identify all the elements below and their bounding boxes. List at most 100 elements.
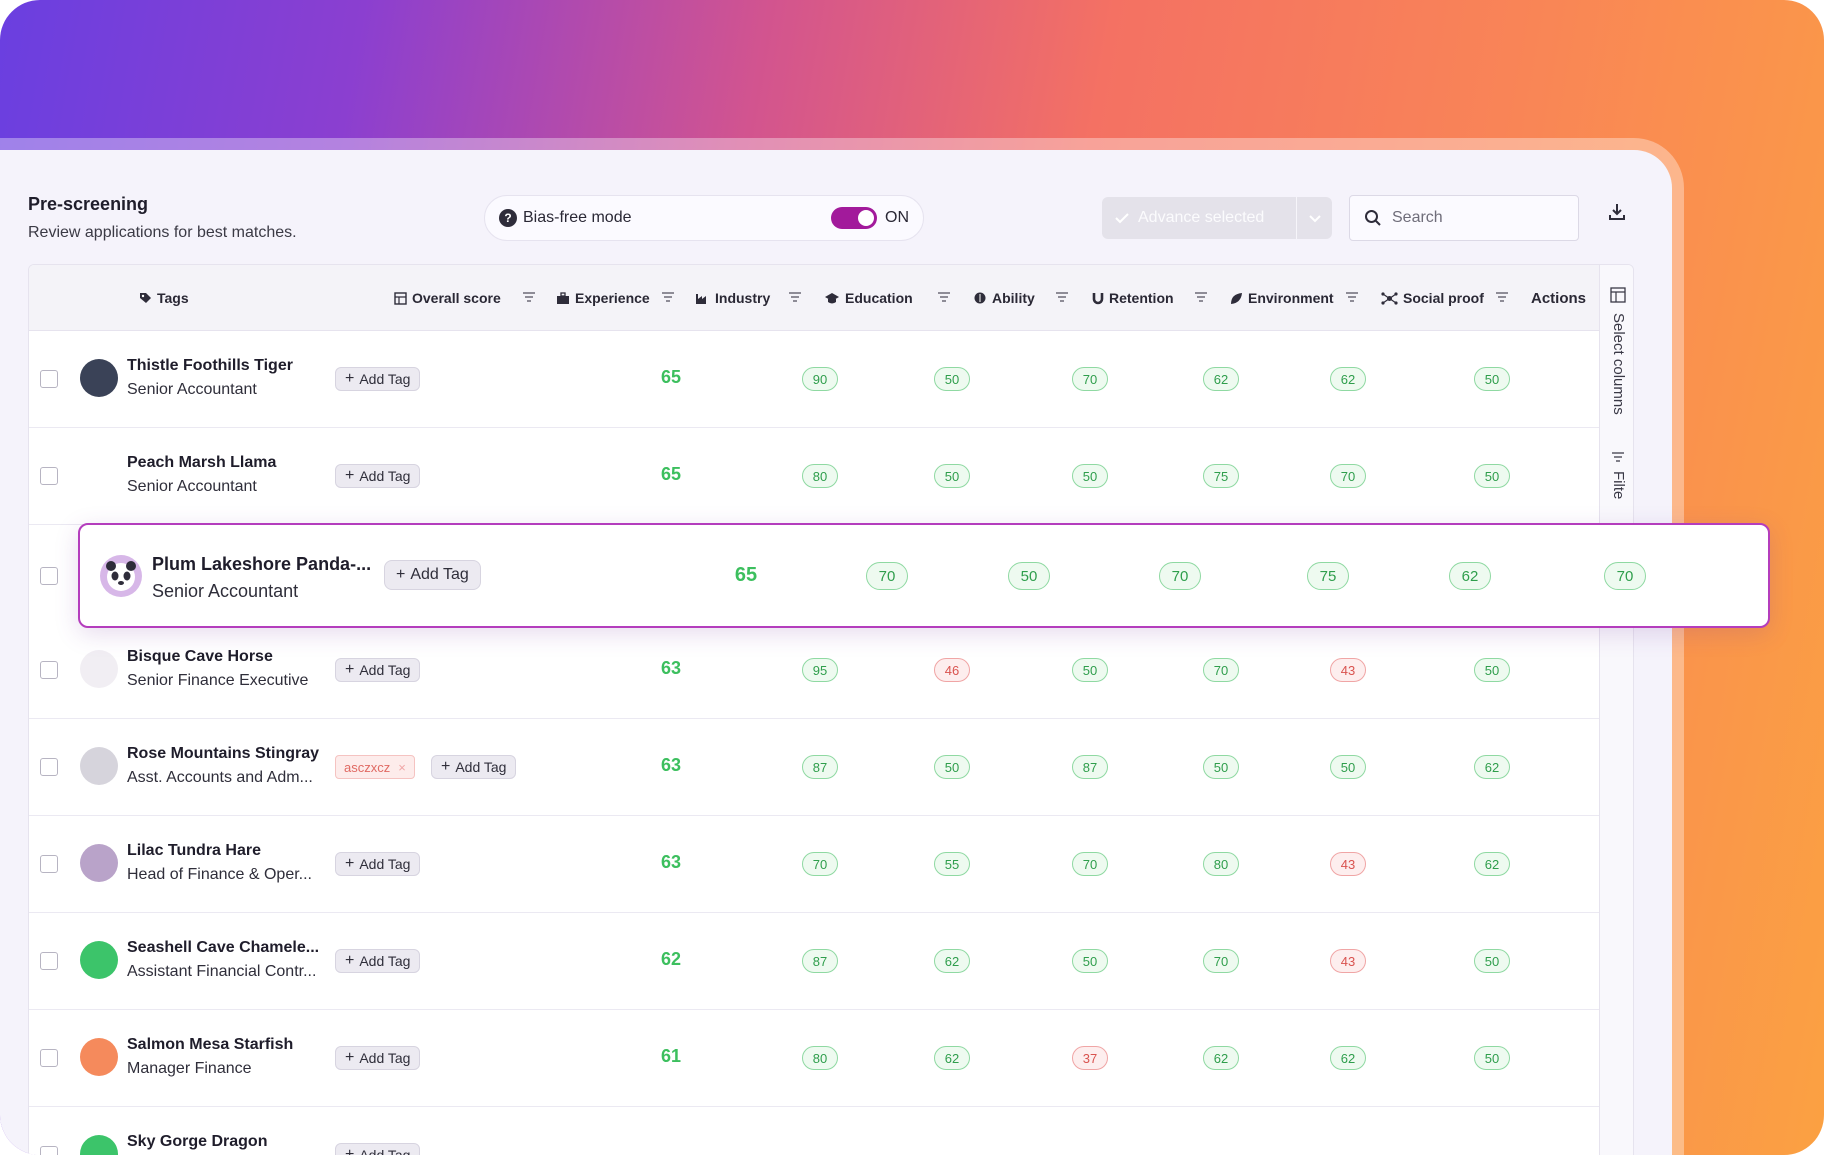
filter-icon[interactable] [787, 289, 803, 305]
plus-icon: + [441, 758, 451, 775]
filter-icon[interactable] [1610, 449, 1626, 465]
row-checkbox[interactable] [40, 1146, 58, 1155]
column-overall-score[interactable]: Overall score [394, 265, 501, 331]
plus-icon: + [396, 566, 406, 583]
row-checkbox[interactable] [40, 567, 58, 585]
row-checkbox[interactable] [40, 661, 58, 679]
score-badge: 50 [1474, 1046, 1510, 1070]
filter-icon[interactable] [1193, 289, 1209, 305]
column-retention-label: Retention [1109, 290, 1174, 306]
candidate-name[interactable]: Salmon Mesa Starfish [127, 1036, 293, 1054]
column-retention[interactable]: Retention [1092, 265, 1174, 331]
column-education-label: Education [845, 290, 913, 306]
column-tags[interactable]: Tags [139, 265, 189, 331]
filter-icon[interactable] [936, 289, 952, 305]
search-box[interactable] [1349, 195, 1579, 241]
table-icon [394, 291, 407, 305]
advance-selected-button[interactable]: Advance selected [1102, 197, 1296, 239]
filter-icon[interactable] [1054, 289, 1070, 305]
avatar [80, 1038, 118, 1076]
filter-icon[interactable] [1344, 289, 1360, 305]
add-tag-button[interactable]: + Add Tag [431, 755, 517, 779]
table-row[interactable]: Salmon Mesa Starfish Manager Finance + Add … [29, 1010, 1599, 1107]
row-checkbox[interactable] [40, 758, 58, 776]
candidate-name[interactable]: Seashell Cave Chamele... [127, 939, 319, 957]
add-tag-button[interactable]: + Add Tag [335, 367, 421, 391]
column-industry-label: Industry [715, 290, 771, 306]
add-tag-button[interactable]: + Add Tag [335, 658, 421, 682]
table-row[interactable]: Lilac Tundra Hare Head of Finance & Oper.… [29, 816, 1599, 913]
candidate-role: Asst. Accounts and Adm... [127, 769, 313, 786]
avatar [80, 747, 118, 785]
table-row[interactable]: Bisque Cave Horse Senior Finance Executiv… [29, 622, 1599, 719]
table-row[interactable]: Seashell Cave Chamele... Assistant Financ… [29, 913, 1599, 1010]
add-tag-button[interactable]: + Add Tag [335, 1046, 421, 1070]
row-checkbox[interactable] [40, 370, 58, 388]
advance-options-dropdown[interactable] [1296, 197, 1332, 239]
candidate-role: Assistant Financial Contr... [127, 963, 317, 980]
page-subtitle: Review applications for best matches. [28, 224, 297, 241]
row-checkbox[interactable] [40, 855, 58, 873]
add-tag-label: Add Tag [455, 759, 507, 775]
candidate-name[interactable]: Plum Lakeshore Panda-... [152, 554, 371, 575]
table-row[interactable]: Thistle Foothills Tiger Senior Accountant… [29, 331, 1599, 428]
table-row[interactable]: Peach Marsh Llama Senior Accountant + Add T… [29, 428, 1599, 525]
candidate-name[interactable]: Peach Marsh Llama [127, 454, 276, 472]
candidate-name[interactable]: Sky Gorge Dragon [127, 1133, 267, 1151]
add-tag-button[interactable]: + Add Tag [335, 464, 421, 488]
overall-score: 61 [660, 1046, 682, 1066]
candidate-role: Senior Accountant [127, 478, 257, 495]
column-education[interactable]: Education [824, 265, 913, 331]
magnet-icon [1092, 292, 1104, 305]
row-checkbox[interactable] [40, 1049, 58, 1067]
highlighted-candidate-row[interactable]: Plum Lakeshore Panda-... Senior Accountan… [40, 523, 1770, 628]
candidate-name[interactable]: Thistle Foothills Tiger [127, 357, 293, 375]
column-ability[interactable]: Ability [973, 265, 1035, 331]
row-checkbox[interactable] [40, 467, 58, 485]
page-title: Pre-screening [28, 194, 149, 214]
bias-free-mode-control[interactable]: ? Bias-free mode ON [484, 195, 924, 241]
filter-icon[interactable] [660, 289, 676, 305]
overall-score: 65 [660, 464, 682, 484]
add-tag-button[interactable]: + Add Tag [335, 949, 421, 973]
score-badge: 75 [1203, 464, 1239, 488]
score-badge: 62 [934, 1046, 970, 1070]
select-columns-tab[interactable]: Select columns [1610, 313, 1627, 415]
tag-chip[interactable]: asczxcz × [335, 755, 415, 779]
overall-score: 65 [734, 564, 758, 586]
candidate-role: Manager Finance [127, 1060, 252, 1077]
add-tag-label: Add Tag [359, 856, 411, 872]
score-badge: 50 [1072, 949, 1108, 973]
candidate-name[interactable]: Lilac Tundra Hare [127, 842, 261, 860]
download-button[interactable] [1600, 195, 1634, 229]
score-badge: 55 [934, 852, 970, 876]
score-badge: 46 [934, 658, 970, 682]
plus-icon: + [345, 855, 355, 872]
overall-score: 65 [660, 367, 682, 387]
score-badge: 80 [1203, 852, 1239, 876]
column-environment[interactable]: Environment [1229, 265, 1334, 331]
row-checkbox[interactable] [40, 952, 58, 970]
table-row[interactable]: Sky Gorge Dragon + Add Tag [29, 1107, 1599, 1155]
score-badge: 70 [1072, 852, 1108, 876]
table-row[interactable]: Rose Mountains Stingray Asst. Accounts an… [29, 719, 1599, 816]
check-icon [1115, 213, 1129, 224]
columns-icon[interactable] [1610, 287, 1626, 303]
candidate-role: Senior Finance Executive [127, 672, 309, 689]
column-social-proof[interactable]: Social proof [1381, 265, 1484, 331]
bias-free-toggle[interactable] [831, 207, 877, 229]
add-tag-button[interactable]: + Add Tag [384, 560, 481, 590]
filter-icon[interactable] [1494, 289, 1510, 305]
filters-tab[interactable]: Filte [1610, 471, 1627, 499]
candidate-name[interactable]: Bisque Cave Horse [127, 648, 273, 666]
add-tag-button[interactable]: + Add Tag [335, 852, 421, 876]
help-icon[interactable]: ? [499, 209, 517, 227]
add-tag-label: Add Tag [410, 566, 469, 583]
filter-icon[interactable] [521, 289, 537, 305]
column-experience[interactable]: Experience [556, 265, 650, 331]
search-input[interactable] [1392, 209, 1562, 227]
add-tag-button[interactable]: + Add Tag [335, 1143, 421, 1155]
close-icon[interactable]: × [398, 760, 406, 775]
column-industry[interactable]: Industry [695, 265, 770, 331]
candidate-name[interactable]: Rose Mountains Stingray [127, 745, 319, 763]
